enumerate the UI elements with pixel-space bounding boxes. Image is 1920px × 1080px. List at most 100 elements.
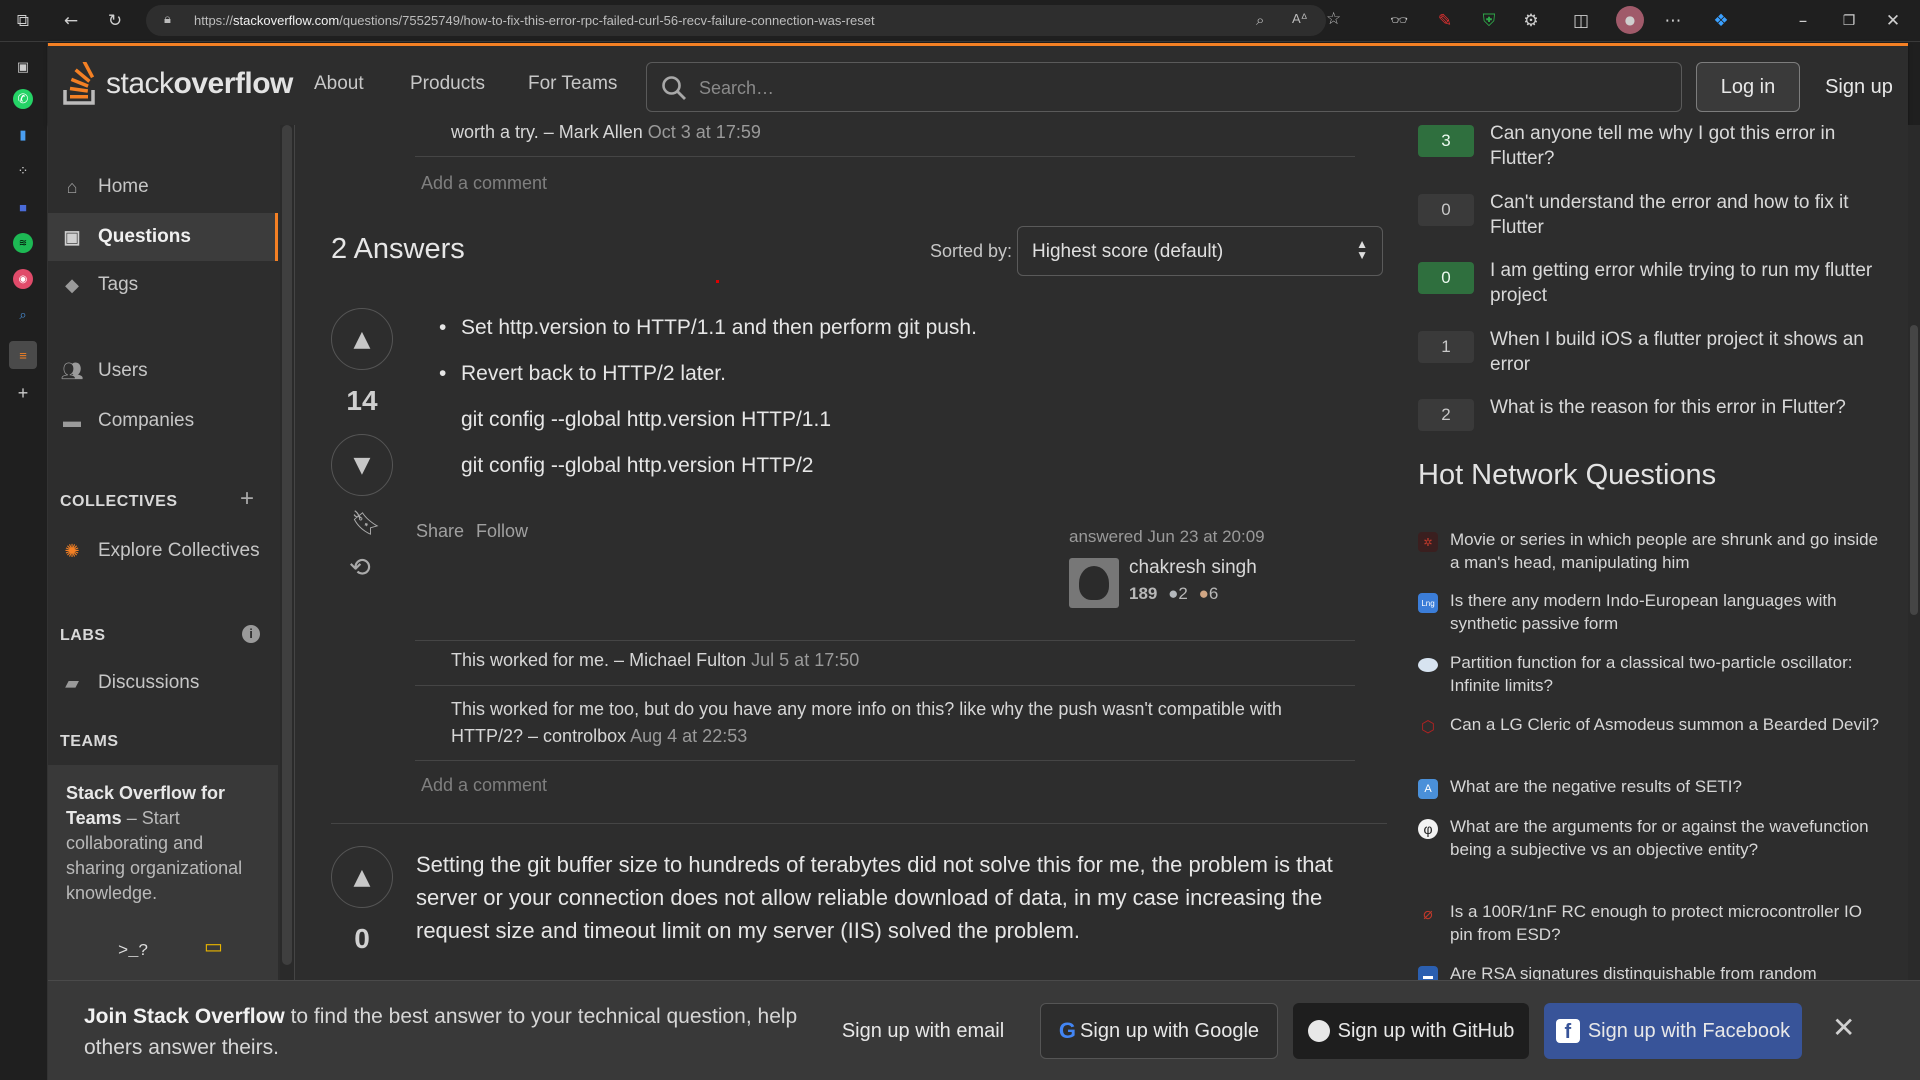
- hot-question-title[interactable]: What are the negative results of SETI?: [1450, 775, 1880, 798]
- divider: [415, 685, 1355, 686]
- app-icon[interactable]: ■: [13, 197, 33, 217]
- close-banner-icon[interactable]: ✕: [1832, 1011, 1855, 1044]
- hot-question-title[interactable]: Is a 100R/1nF RC enough to protect micro…: [1450, 900, 1880, 946]
- add-comment-link[interactable]: Add a comment: [421, 173, 547, 194]
- sidebar-scrollbar[interactable]: [280, 125, 294, 980]
- split-screen-icon[interactable]: ◫: [1568, 8, 1594, 34]
- app-red-icon[interactable]: ◉: [13, 269, 33, 289]
- extensions-puzzle-icon[interactable]: ⚙: [1518, 8, 1544, 34]
- downvote-button[interactable]: ▼: [331, 434, 393, 496]
- sidebar-item-tags[interactable]: ◆ Tags: [48, 261, 278, 309]
- signup-github-button[interactable]: Sign up with GitHub: [1293, 1003, 1529, 1059]
- related-question-title[interactable]: When I build iOS a flutter project it sh…: [1490, 327, 1890, 377]
- related-question-title[interactable]: Can't understand the error and how to fi…: [1490, 190, 1890, 240]
- user-avatar[interactable]: [1069, 558, 1119, 608]
- loading-icon[interactable]: ⁘: [13, 161, 33, 181]
- answered-timestamp[interactable]: answered Jun 23 at 20:09: [1069, 527, 1265, 547]
- search-input[interactable]: Search…: [646, 62, 1682, 112]
- nav-about[interactable]: About: [314, 73, 364, 95]
- answer-body: Setting the git buffer size to hundreds …: [416, 852, 1333, 943]
- favorite-star-icon[interactable]: ☆: [1326, 9, 1341, 29]
- add-comment-link[interactable]: Add a comment: [421, 775, 547, 796]
- stackoverflow-logo[interactable]: stackoverflow: [62, 60, 293, 108]
- related-question-title[interactable]: I am getting error while trying to run m…: [1490, 258, 1890, 308]
- collectives-heading: COLLECTIVES: [60, 493, 178, 510]
- astronomy-site-icon: A: [1418, 779, 1438, 799]
- add-collective-icon[interactable]: +: [240, 485, 254, 513]
- signup-facebook-button[interactable]: f Sign up with Facebook: [1544, 1003, 1802, 1059]
- sidebar-item-home[interactable]: ⌂ Home: [48, 163, 278, 211]
- extension-glasses-icon[interactable]: 👓︎: [1386, 8, 1412, 34]
- related-question-title[interactable]: Can anyone tell me why I got this error …: [1490, 121, 1890, 171]
- reload-icon[interactable]: ↻: [102, 8, 128, 34]
- comment-date[interactable]: Jul 5 at 17:50: [751, 650, 859, 670]
- tab-actions-icon[interactable]: ▣: [13, 57, 33, 77]
- sort-select[interactable]: Highest score (default) ▲ ▼: [1017, 226, 1383, 276]
- code-line: git config --global http.version HTTP/1.…: [461, 408, 832, 431]
- sidebar-item-discussions[interactable]: ▰ Discussions: [48, 659, 278, 707]
- share-link[interactable]: Share: [416, 521, 464, 542]
- sidebar-item-explore-collectives[interactable]: ✺ Explore Collectives: [48, 527, 278, 575]
- workspaces-icon[interactable]: ⧉: [10, 8, 36, 34]
- restore-icon[interactable]: ❐: [1836, 8, 1862, 34]
- home-icon: ⌂: [66, 176, 78, 197]
- extension-pen-icon[interactable]: ✎: [1432, 8, 1458, 34]
- hot-question-title[interactable]: What are the arguments for or against th…: [1450, 815, 1880, 861]
- comment-author[interactable]: Mark Allen: [559, 122, 643, 142]
- related-question-title[interactable]: What is the reason for this error in Flu…: [1490, 395, 1890, 420]
- browser-sidebar: ▣ ✆ ▮ ⁘ ■ ≋ ◉ ⌕ ≡ +: [0, 43, 48, 1080]
- stackoverflow-tab-icon[interactable]: ≡: [9, 341, 37, 369]
- teams-promo: Stack Overflow for Teams – Start collabo…: [48, 765, 278, 1005]
- search-icon: [662, 76, 686, 100]
- profile-avatar[interactable]: ●: [1616, 6, 1644, 34]
- banner-text: Join Stack Overflow to find the best ans…: [84, 1005, 798, 1059]
- sign-up-button[interactable]: Sign up: [1814, 62, 1904, 112]
- sidebar-item-companies[interactable]: ▬ Companies: [48, 397, 278, 445]
- comment: This worked for me. – Michael Fulton Jul…: [451, 650, 860, 670]
- comment-date[interactable]: Oct 3 at 17:59: [648, 122, 761, 142]
- search-sidebar-icon[interactable]: ⌕: [13, 305, 33, 325]
- copilot-icon[interactable]: ❖: [1708, 8, 1734, 34]
- info-icon[interactable]: i: [242, 625, 260, 643]
- minimize-icon[interactable]: –: [1790, 8, 1816, 34]
- hot-question-title[interactable]: Can a LG Cleric of Asmodeus summon a Bea…: [1450, 713, 1880, 736]
- read-aloud-icon[interactable]: Aᐞ: [1292, 11, 1308, 27]
- add-sidebar-icon[interactable]: +: [13, 383, 33, 403]
- bronze-badge-icon: ●: [1198, 584, 1209, 603]
- answer-divider: [331, 823, 1387, 824]
- signup-email-button[interactable]: Sign up with email: [838, 1003, 1008, 1059]
- nav-products[interactable]: Products: [410, 73, 485, 95]
- zoom-icon[interactable]: ⌕: [1256, 11, 1264, 29]
- sidebar-item-users[interactable]: 👥︎ Users: [48, 347, 278, 395]
- sidebar-item-questions[interactable]: ▣ Questions: [48, 213, 278, 261]
- bookmark-icon[interactable]: 🔖︎: [351, 509, 381, 538]
- spotify-icon[interactable]: ≋: [13, 233, 33, 253]
- upvote-button[interactable]: ▲: [331, 308, 393, 370]
- comment-author[interactable]: controlbox: [543, 726, 626, 746]
- follow-link[interactable]: Follow: [476, 521, 528, 542]
- extension-shield-icon[interactable]: ⛨: [1476, 8, 1502, 34]
- hot-question-title[interactable]: Partition function for a classical two-p…: [1450, 651, 1880, 697]
- electronics-site-icon: ⌀: [1423, 906, 1433, 923]
- main-content: worth a try. – Mark Allen Oct 3 at 17:59…: [294, 122, 1396, 980]
- hot-question-title[interactable]: Movie or series in which people are shru…: [1450, 528, 1880, 574]
- close-window-icon[interactable]: ✕: [1880, 8, 1906, 34]
- signup-google-button[interactable]: G Sign up with Google: [1040, 1003, 1278, 1059]
- upvote-button[interactable]: ▲: [331, 846, 393, 908]
- more-menu-icon[interactable]: ⋯: [1660, 8, 1686, 34]
- analytics-icon[interactable]: ▮: [13, 125, 33, 145]
- address-bar[interactable]: 🔒︎ https://stackoverflow.com/questions/7…: [146, 5, 1341, 36]
- page-scrollbar[interactable]: [1908, 125, 1920, 980]
- back-icon[interactable]: ←: [58, 8, 84, 34]
- comment-author[interactable]: Michael Fulton: [629, 650, 746, 670]
- nav-for-teams[interactable]: For Teams: [528, 73, 617, 95]
- log-in-button[interactable]: Log in: [1696, 62, 1800, 112]
- history-icon[interactable]: ⟲: [349, 553, 371, 583]
- whatsapp-icon[interactable]: ✆: [13, 89, 33, 109]
- hot-question-title[interactable]: Is there any modern Indo-European langua…: [1450, 589, 1880, 635]
- comment-date[interactable]: Aug 4 at 22:53: [630, 726, 747, 746]
- so-topbar: stackoverflow About Products For Teams S…: [48, 43, 1908, 125]
- philosophy-site-icon: φ: [1418, 819, 1438, 839]
- scifi-site-icon: ✲: [1418, 532, 1438, 552]
- user-name[interactable]: chakresh singh: [1129, 557, 1257, 579]
